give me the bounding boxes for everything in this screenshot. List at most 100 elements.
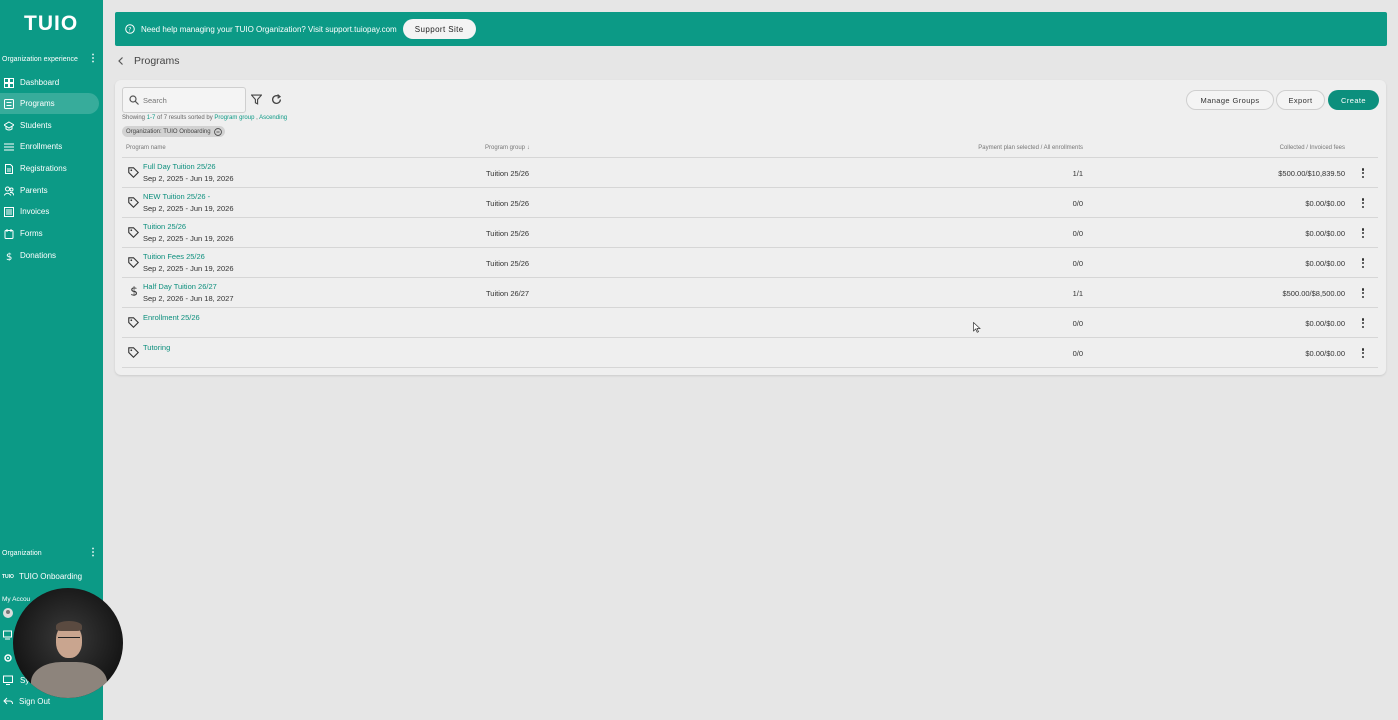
- collected-fees: $0.00/$0.00: [1305, 259, 1345, 268]
- organization-menu-icon[interactable]: ⋮: [88, 547, 98, 558]
- column-header-name[interactable]: Program name: [126, 145, 166, 151]
- export-button[interactable]: Export: [1276, 90, 1325, 110]
- sidebar-item-parents[interactable]: Parents: [0, 180, 99, 201]
- row-menu-icon[interactable]: [1358, 316, 1368, 330]
- collected-fees: $0.00/$0.00: [1305, 349, 1345, 358]
- row-menu-icon[interactable]: [1358, 346, 1368, 360]
- column-header-plan[interactable]: Payment plan selected / All enrollments: [978, 145, 1083, 151]
- registrations-icon: [5, 163, 13, 174]
- tag-icon: [128, 317, 139, 328]
- program-group: Tuition 25/26: [486, 169, 530, 178]
- sidebar-item-forms[interactable]: Forms: [0, 223, 99, 244]
- column-header-group[interactable]: Program group ↓: [485, 145, 530, 151]
- tag-icon: [128, 257, 139, 268]
- sort-field-link[interactable]: Program group: [214, 115, 254, 121]
- program-dates: Sep 2, 2026 - Jun 18, 2027: [143, 294, 234, 303]
- table-row[interactable]: Tuition Fees 25/26 Sep 2, 2025 - Jun 19,…: [122, 248, 1378, 278]
- mouse-cursor-icon: [973, 322, 981, 333]
- program-name-link[interactable]: Full Day Tuition 25/26: [143, 162, 216, 171]
- program-dates: Sep 2, 2025 - Jun 19, 2026: [143, 264, 234, 273]
- dollar-icon: $: [130, 285, 138, 296]
- column-header-group-label: Program group: [485, 145, 526, 151]
- results-summary: Showing 1-7 of 7 results sorted by Progr…: [122, 115, 287, 121]
- create-button[interactable]: Create: [1328, 90, 1379, 110]
- sidebar-item-students[interactable]: Students: [0, 115, 99, 136]
- sidebar-item-label: Registrations: [20, 164, 67, 173]
- sidebar-item-registrations[interactable]: Registrations: [0, 158, 99, 179]
- payment-plan-count: 1/1: [1072, 169, 1083, 178]
- program-name-link[interactable]: Tuition 25/26: [143, 222, 186, 231]
- table-row[interactable]: Full Day Tuition 25/26 Sep 2, 2025 - Jun…: [122, 158, 1378, 188]
- help-banner: ? Need help managing your TUIO Organizat…: [115, 12, 1387, 46]
- program-name-link[interactable]: Tuition Fees 25/26: [143, 252, 205, 261]
- remove-filter-icon[interactable]: [213, 127, 222, 136]
- payment-plan-count: 0/0: [1072, 199, 1083, 208]
- program-dates: Sep 2, 2025 - Jun 19, 2026: [143, 204, 234, 213]
- search-input[interactable]: [143, 95, 243, 105]
- programs-icon: [4, 98, 14, 109]
- sidebar-item-programs[interactable]: Programs: [0, 93, 99, 114]
- sidebar-item-label: Dashboard: [20, 78, 60, 87]
- collected-fees: $0.00/$0.00: [1305, 229, 1345, 238]
- section-label-organization: Organization: [2, 550, 42, 557]
- payment-plan-count: 0/0: [1072, 229, 1083, 238]
- devices-icon[interactable]: [3, 630, 13, 640]
- table-row[interactable]: Tutoring 0/0 $0.00/$0.00: [122, 338, 1378, 368]
- collected-fees: $500.00/$8,500.00: [1282, 289, 1345, 298]
- column-header-fees[interactable]: Collected / Invoiced fees: [1280, 145, 1345, 151]
- svg-text:$: $: [130, 285, 138, 296]
- tag-icon: [128, 197, 139, 208]
- back-arrow-icon[interactable]: [116, 56, 126, 66]
- program-name-link[interactable]: Enrollment 25/26: [143, 313, 200, 322]
- search-field[interactable]: [122, 87, 246, 113]
- filter-icon[interactable]: [251, 94, 262, 105]
- organization-switcher[interactable]: TUIO TUIO Onboarding: [2, 572, 82, 581]
- students-icon: [4, 120, 14, 130]
- row-menu-icon[interactable]: [1358, 226, 1368, 240]
- collected-fees: $0.00/$0.00: [1305, 319, 1345, 328]
- sidebar-item-enrollments[interactable]: Enrollments: [0, 136, 99, 157]
- program-name-link[interactable]: NEW Tuition 25/26 -: [143, 192, 210, 201]
- gear-icon[interactable]: [3, 653, 13, 663]
- row-menu-icon[interactable]: [1358, 166, 1368, 180]
- manage-groups-button[interactable]: Manage Groups: [1186, 90, 1274, 110]
- program-group: Tuition 25/26: [486, 259, 530, 268]
- sidebar-item-donations[interactable]: $ Donations: [0, 245, 99, 266]
- org-name: TUIO Onboarding: [18, 572, 83, 581]
- page-header: Programs: [116, 55, 180, 67]
- sort-direction-link[interactable]: Ascending: [259, 115, 287, 121]
- program-name-link[interactable]: Half Day Tuition 26/27: [143, 282, 217, 291]
- enrollments-icon: [4, 143, 14, 150]
- programs-card: Showing 1-7 of 7 results sorted by Progr…: [115, 80, 1386, 375]
- svg-text:?: ?: [128, 27, 131, 34]
- sort-arrow-icon: ↓: [526, 145, 530, 151]
- tag-icon: [128, 227, 139, 238]
- table-row[interactable]: Tuition 25/26 Sep 2, 2025 - Jun 19, 2026…: [122, 218, 1378, 248]
- section-label-account: My Accou: [2, 596, 31, 603]
- table-row[interactable]: Enrollment 25/26 0/0 $0.00/$0.00: [122, 308, 1378, 338]
- payment-plan-count: 0/0: [1072, 319, 1083, 328]
- row-menu-icon[interactable]: [1358, 286, 1368, 300]
- table-row[interactable]: NEW Tuition 25/26 - Sep 2, 2025 - Jun 19…: [122, 188, 1378, 218]
- help-icon: ?: [125, 24, 135, 34]
- table-row[interactable]: $ Half Day Tuition 26/27 Sep 2, 2026 - J…: [122, 278, 1378, 308]
- row-menu-icon[interactable]: [1358, 256, 1368, 270]
- sidebar-item-label: Parents: [20, 186, 48, 195]
- row-menu-icon[interactable]: [1358, 196, 1368, 210]
- program-name-link[interactable]: Tutoring: [143, 343, 170, 352]
- monitor-icon[interactable]: [3, 675, 13, 685]
- forms-icon: [4, 228, 14, 239]
- collected-fees: $0.00/$0.00: [1305, 199, 1345, 208]
- presenter-glasses: [58, 637, 80, 642]
- page-title: Programs: [134, 55, 180, 67]
- avatar[interactable]: [3, 608, 13, 618]
- refresh-icon[interactable]: [271, 94, 282, 105]
- support-site-button[interactable]: Support Site: [402, 19, 476, 39]
- sidebar-item-dashboard[interactable]: Dashboard: [0, 72, 99, 93]
- program-group: Tuition 26/27: [486, 289, 530, 298]
- experience-menu-icon[interactable]: ⋮: [88, 53, 98, 64]
- sidebar-item-invoices[interactable]: Invoices: [0, 201, 99, 222]
- search-icon: [129, 95, 139, 105]
- payment-plan-count: 0/0: [1072, 349, 1083, 358]
- sign-out-icon: [3, 697, 13, 705]
